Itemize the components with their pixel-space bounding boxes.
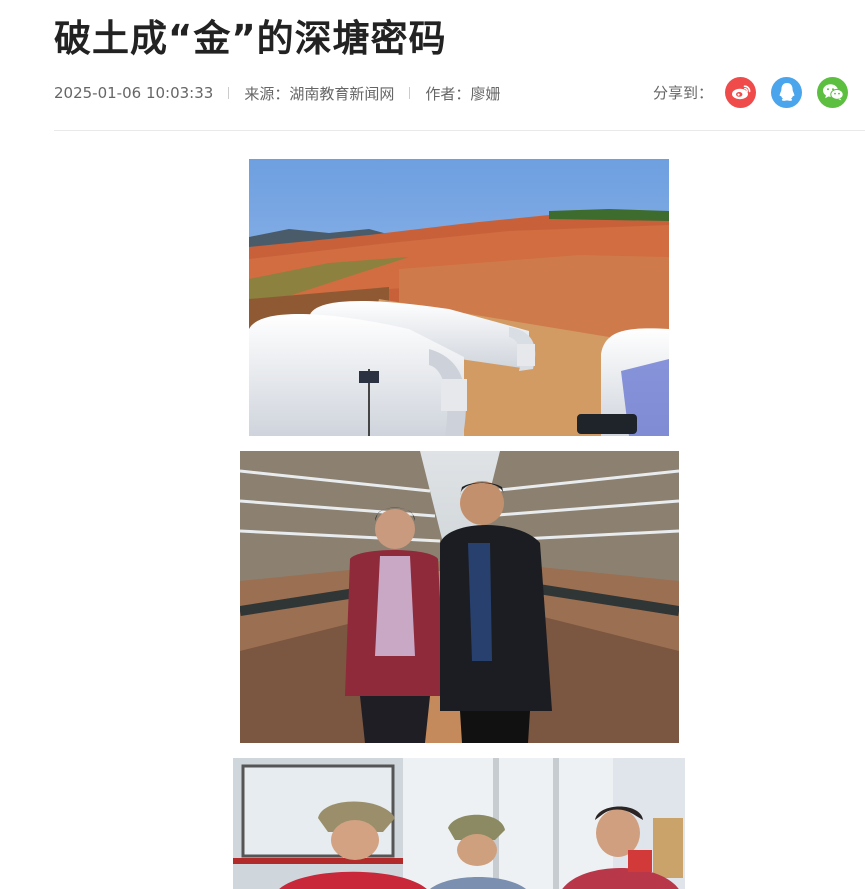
qq-icon [779, 83, 794, 101]
article-page: 破土成“金”的深塘密码 2025-01-06 10:03:33 来源：湖南教育新… [0, 0, 865, 889]
article-title: 破土成“金”的深塘密码 [54, 17, 447, 60]
share-qq-button[interactable] [771, 76, 802, 108]
meta-separator [409, 87, 411, 99]
header-divider [54, 130, 865, 131]
meta-separator [228, 87, 230, 99]
share-weibo-button[interactable] [725, 76, 756, 108]
article-author: 作者：廖姗 [425, 84, 501, 103]
publish-date: 2025-01-06 10:03:33 [54, 84, 214, 102]
article-photo-greenhouses [249, 159, 669, 436]
article-meta: 2025-01-06 10:03:33 来源：湖南教育新闻网 作者：廖姗 [54, 81, 500, 105]
article-photo-inspection [240, 451, 679, 743]
share-wechat-button[interactable] [817, 76, 848, 108]
article-source: 来源：湖南教育新闻网 [244, 84, 395, 103]
share-bar: 分享到： [653, 76, 848, 108]
share-label: 分享到： [652, 83, 713, 102]
weibo-icon [731, 85, 750, 100]
article-photo-workers [233, 758, 685, 889]
wechat-icon [822, 84, 844, 101]
